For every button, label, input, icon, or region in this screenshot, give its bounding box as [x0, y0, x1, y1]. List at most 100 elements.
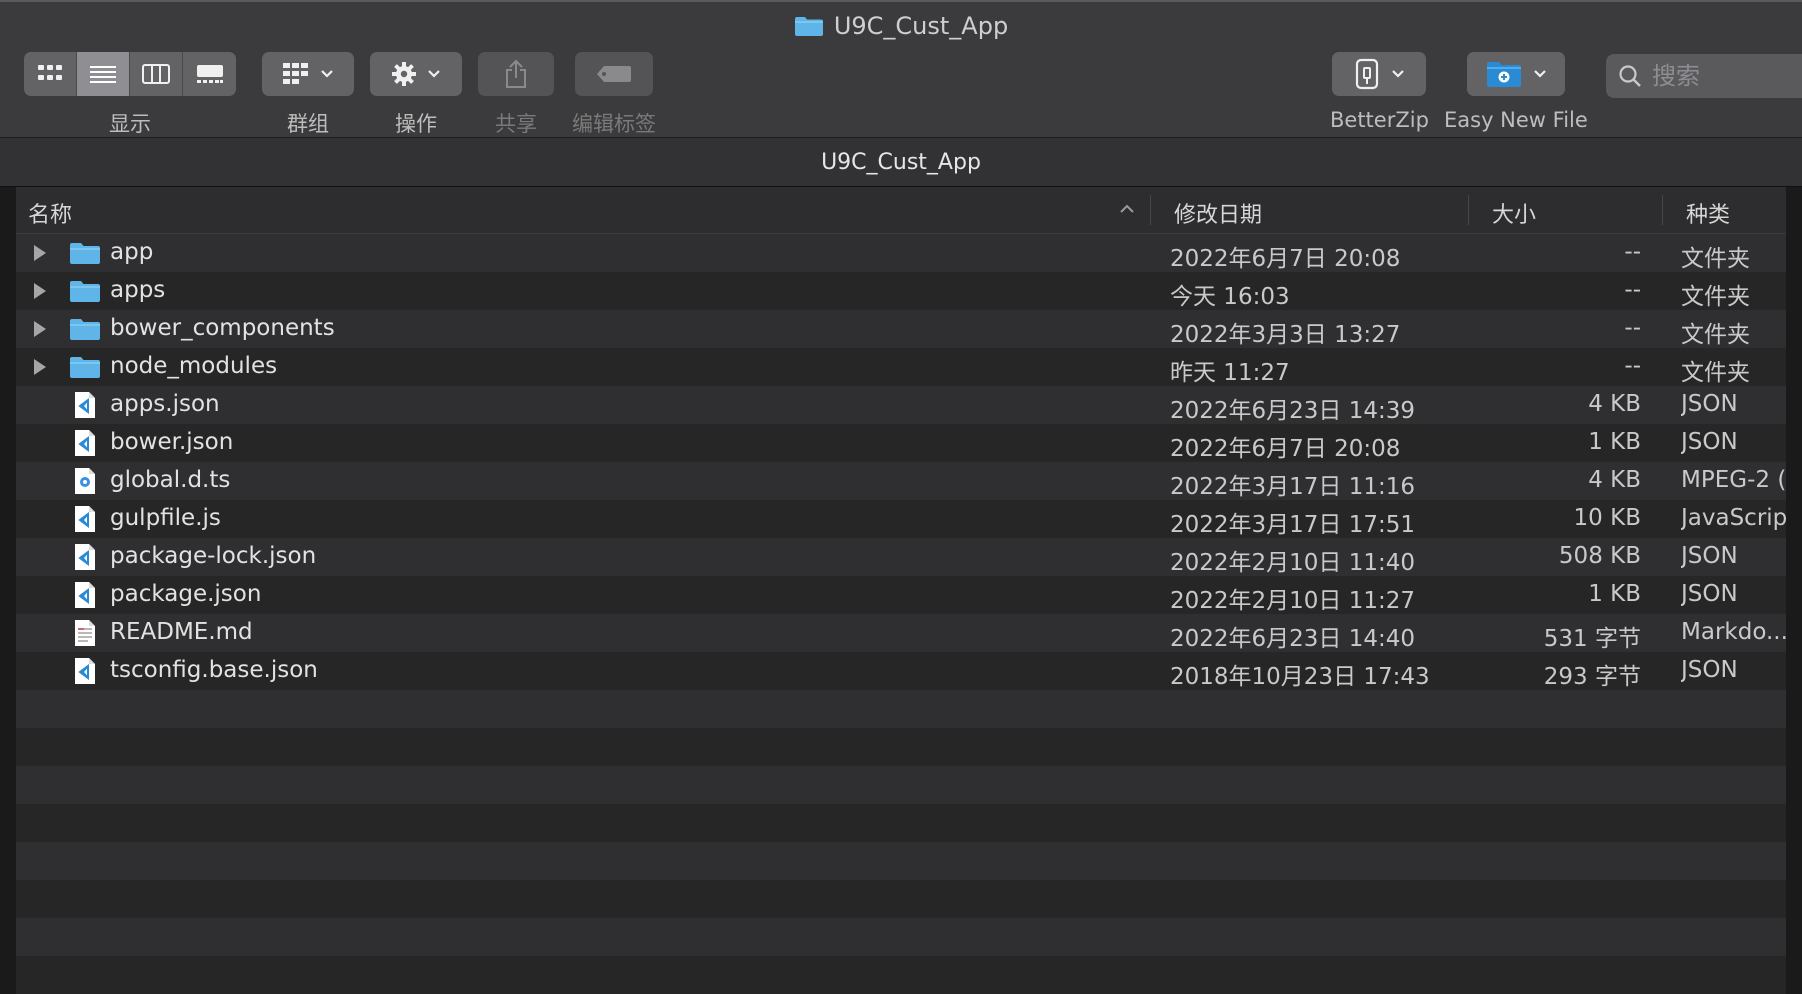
toolbar: U9C_Cust_App 显示 群组 操作 共享 编辑标签 BetterZip …: [0, 0, 1802, 137]
column-header-row: 名称 修改日期 大小 种类: [16, 187, 1786, 234]
file-icon: [68, 581, 102, 609]
file-row[interactable]: gulpfile.js 2022年3月17日 17:51 10 KB JavaScri…: [16, 500, 1786, 538]
action-button[interactable]: [370, 52, 462, 96]
file-size: --: [1624, 239, 1641, 265]
column-separator[interactable]: [1468, 195, 1469, 225]
chevron-down-icon: [1534, 70, 1546, 78]
file-modified-date: 2022年2月10日 11:27: [1170, 588, 1416, 614]
betterzip-button[interactable]: [1332, 52, 1427, 96]
column-header-modified[interactable]: 修改日期: [1174, 197, 1262, 229]
file-modified-date: 昨天 11:27: [1170, 360, 1290, 386]
file-kind: JSON: [1681, 429, 1738, 455]
file-rows: app 2022年6月7日 20:08 -- 文件夹 apps 今天 16:03 -- 文件夹…: [16, 234, 1786, 994]
view-control-group: 显示: [24, 52, 236, 138]
file-modified-date: 2022年6月7日 20:08: [1170, 246, 1401, 272]
chevron-down-icon: [1392, 70, 1405, 78]
file-row[interactable]: app 2022年6月7日 20:08 -- 文件夹: [16, 234, 1786, 272]
folder-icon: [794, 17, 823, 36]
file-size: 293 字节: [1543, 664, 1641, 690]
file-modified-date: 2022年6月7日 20:08: [1170, 436, 1401, 462]
file-name: gulpfile.js: [110, 505, 221, 531]
column-separator[interactable]: [1662, 195, 1663, 225]
disclosure-triangle-icon[interactable]: [34, 359, 46, 375]
file-row[interactable]: node_modules 昨天 11:27 -- 文件夹: [16, 348, 1786, 386]
file-row[interactable]: global.d.ts 2022年3月17日 11:16 4 KB MPEG-2 (: [16, 462, 1786, 500]
vscode-file-icon: [75, 658, 95, 684]
file-row[interactable]: package.json 2022年2月10日 11:27 1 KB JSON: [16, 576, 1786, 614]
file-kind: 文件夹: [1681, 246, 1750, 272]
file-row[interactable]: apps 今天 16:03 -- 文件夹: [16, 272, 1786, 310]
file-kind: JavaScrip: [1681, 505, 1786, 531]
file-icon: [68, 239, 102, 267]
empty-row: [16, 766, 1786, 804]
file-modified-date: 2022年6月23日 14:40: [1170, 626, 1416, 652]
easy-new-file-button[interactable]: [1466, 52, 1565, 96]
tags-control-group: 编辑标签: [572, 52, 656, 138]
betterzip-label: BetterZip: [1330, 108, 1429, 132]
finder-window: U9C_Cust_App 显示 群组 操作 共享 编辑标签 BetterZip …: [0, 0, 1802, 994]
file-icon: [68, 429, 102, 457]
new-file-folder-icon: [1486, 62, 1521, 87]
column-view-button[interactable]: [130, 52, 183, 96]
disclosure-triangle-icon[interactable]: [34, 321, 46, 337]
gallery-icon: [196, 65, 223, 83]
column-header-size[interactable]: 大小: [1492, 197, 1536, 229]
group-label: 群组: [287, 112, 329, 136]
file-row[interactable]: README.md 2022年6月23日 14:40 531 字节 Markdo...: [16, 614, 1786, 652]
file-size: --: [1624, 277, 1641, 303]
file-kind: JSON: [1681, 581, 1738, 607]
file-row[interactable]: package-lock.json 2022年2月10日 11:40 508 KB J…: [16, 538, 1786, 576]
file-modified-date: 2018年10月23日 17:43: [1170, 664, 1430, 690]
disclosure-triangle-icon[interactable]: [34, 245, 46, 261]
file-modified-date: 2022年2月10日 11:40: [1170, 550, 1416, 576]
icon-view-button[interactable]: [24, 52, 77, 96]
file-name: node_modules: [110, 353, 278, 379]
file-name: README.md: [110, 619, 253, 645]
empty-row: [16, 690, 1786, 728]
vscode-file-icon: [75, 544, 95, 570]
column-separator[interactable]: [1150, 195, 1151, 225]
file-icon: [68, 315, 102, 343]
file-kind: JSON: [1681, 657, 1738, 683]
gallery-view-button[interactable]: [183, 52, 236, 96]
sort-ascending-icon: [1120, 204, 1134, 213]
file-size: 508 KB: [1558, 543, 1641, 569]
file-icon: [68, 505, 102, 533]
file-name: global.d.ts: [110, 467, 231, 493]
folder-icon: [70, 281, 100, 302]
file-row[interactable]: tsconfig.base.json 2018年10月23日 17:43 293 字…: [16, 652, 1786, 690]
chevron-down-icon: [321, 70, 333, 78]
vscode-file-icon: [75, 582, 95, 608]
search-field[interactable]: [1606, 54, 1802, 98]
file-row[interactable]: bower.json 2022年6月7日 20:08 1 KB JSON: [16, 424, 1786, 462]
window-title-text: U9C_Cust_App: [833, 12, 1009, 40]
window-title: U9C_Cust_App: [0, 12, 1802, 40]
vscode-file-icon: [75, 392, 95, 418]
path-title: U9C_Cust_App: [821, 149, 981, 175]
file-icon: [68, 467, 102, 495]
file-name: apps.json: [110, 391, 220, 417]
disclosure-triangle-icon[interactable]: [34, 283, 46, 299]
edit-tags-button[interactable]: [575, 52, 653, 96]
vscode-file-icon: [75, 430, 95, 456]
file-kind: JSON: [1681, 543, 1738, 569]
share-icon: [506, 59, 526, 88]
file-row[interactable]: apps.json 2022年6月23日 14:39 4 KB JSON: [16, 386, 1786, 424]
group-button[interactable]: [262, 52, 354, 96]
file-icon: [68, 277, 102, 305]
empty-row: [16, 804, 1786, 842]
file-list: 名称 修改日期 大小 种类 app 2022年6月7日 20:08 -- 文件夹 app…: [16, 187, 1786, 994]
grid-icon: [38, 65, 62, 80]
column-header-kind[interactable]: 种类: [1686, 197, 1730, 229]
column-header-name[interactable]: 名称: [28, 197, 72, 229]
file-icon: [68, 543, 102, 571]
share-button[interactable]: [478, 52, 554, 96]
search-input[interactable]: [1650, 61, 1802, 91]
action-control-group: 操作: [370, 52, 462, 138]
list-view-button[interactable]: [77, 52, 130, 96]
folder-icon: [70, 357, 100, 378]
file-size: 531 字节: [1543, 626, 1641, 652]
text-file-icon: [75, 620, 95, 646]
file-row[interactable]: bower_components 2022年3月3日 13:27 -- 文件夹: [16, 310, 1786, 348]
betterzip-icon: [1356, 58, 1379, 90]
